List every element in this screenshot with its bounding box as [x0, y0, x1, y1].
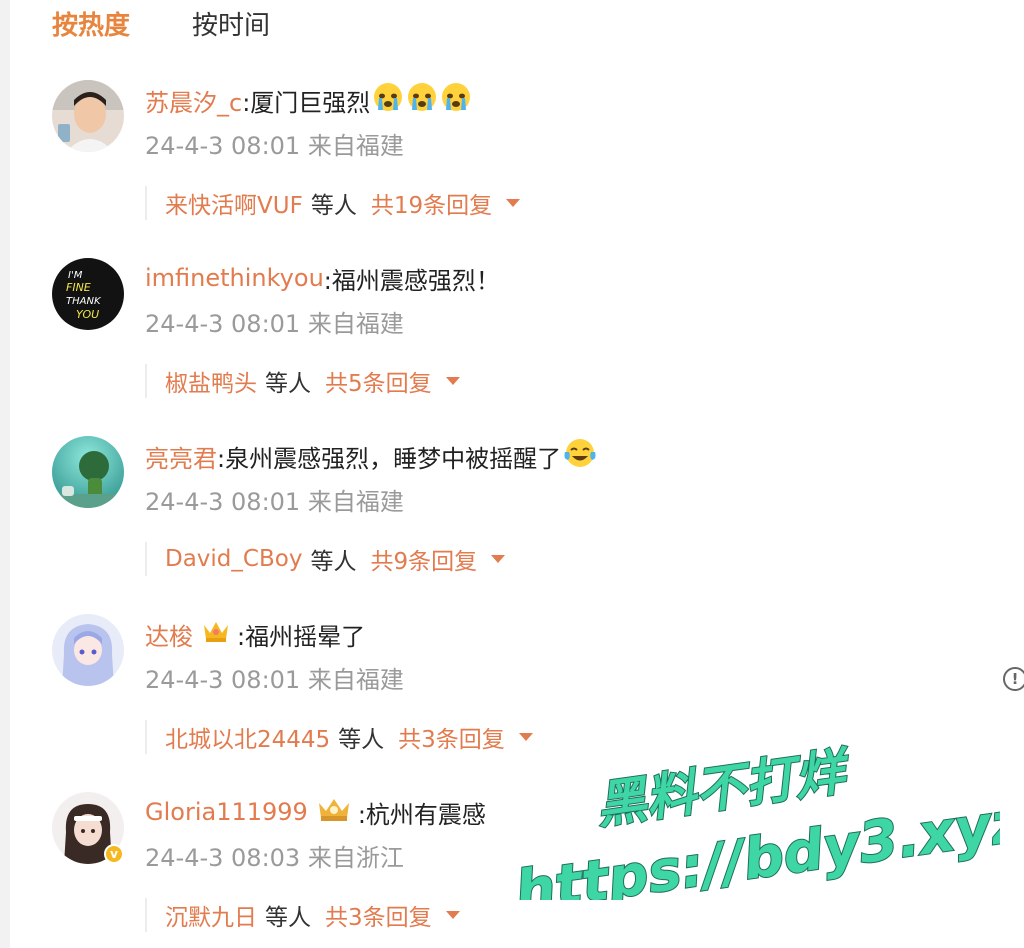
reply-count-link[interactable]: 共9条回复 [370, 542, 477, 576]
comment-line: 亮亮君 :泉州震感强烈，睡梦中被摇醒了 [145, 438, 597, 474]
comment-username[interactable]: 达梭 [145, 617, 193, 652]
verified-badge-icon: v [104, 844, 124, 864]
chevron-down-icon[interactable] [518, 733, 533, 741]
comment-meta: 24-4-3 08:01 来自福建 [145, 132, 404, 160]
reply-summary[interactable]: 北城以北24445 等人 共3条回复 [145, 720, 533, 754]
comment-username[interactable]: 亮亮君 [145, 439, 217, 474]
comment-line: imfinethinkyou :福州震感强烈！ [145, 260, 500, 296]
crying-emoji-icon [440, 81, 472, 119]
avatar-text-line: YOU [76, 308, 99, 321]
comment-line: 苏晨汐_c :厦门巨强烈 [145, 82, 472, 118]
avatar[interactable] [52, 436, 124, 508]
reply-username[interactable]: 沉默九日 [165, 898, 257, 932]
reply-count-link[interactable]: 共3条回复 [398, 720, 505, 754]
reply-count-link[interactable]: 共5条回复 [325, 364, 432, 398]
comment-line: Gloria111999 :杭州有震感 [145, 794, 486, 830]
reply-count-link[interactable]: 共3条回复 [325, 898, 432, 932]
comment-username[interactable]: imfinethinkyou [145, 264, 324, 292]
reply-etc: 等人 [265, 371, 311, 397]
avatar-text-line: I'M [68, 270, 83, 281]
crown-badge-icon [201, 617, 231, 651]
comment-username[interactable]: 苏晨汐_c [145, 83, 242, 118]
reply-username[interactable]: 来快活啊VUF [165, 186, 303, 220]
chevron-down-icon[interactable] [491, 555, 506, 563]
comment-text: :福州摇晕了 [237, 622, 366, 651]
tab-time[interactable]: 按时间 [192, 8, 270, 44]
comment-page: 按热度 按时间 苏晨汐_c :厦门巨强烈 24-4-3 08:01 来自福建 来… [0, 0, 1024, 948]
avatar-text-line: FINE [66, 281, 91, 294]
comment-meta: 24-4-3 08:01 来自福建 [145, 310, 404, 338]
avatar[interactable] [52, 80, 124, 152]
comment-text: :泉州震感强烈，睡梦中被摇醒了 [217, 444, 562, 473]
left-edge-strip [0, 0, 10, 948]
comment-meta: 24-4-3 08:01 来自福建 [145, 488, 404, 516]
reply-etc: 等人 [310, 193, 357, 219]
reply-summary[interactable]: 来快活啊VUF 等人 共19条回复 [145, 186, 521, 220]
reply-summary[interactable]: 沉默九日 等人 共3条回复 [145, 898, 460, 932]
comment-text: :福州震感强烈！ [323, 266, 500, 295]
avatar[interactable] [52, 614, 124, 686]
tears-of-joy-emoji-icon [563, 437, 597, 475]
reply-username[interactable]: 北城以北24445 [165, 720, 330, 754]
watermark: 黑料不打烊 https://bdy3.xyz [510, 741, 1000, 900]
tab-hot[interactable]: 按热度 [52, 8, 130, 44]
reply-summary[interactable]: 椒盐鸭头 等人 共5条回复 [145, 364, 460, 398]
comment-meta: 24-4-3 08:01 来自福建 [145, 666, 404, 694]
avatar-text-line: THANK [66, 296, 102, 307]
comment-username[interactable]: Gloria111999 [145, 798, 308, 826]
comment-text: :杭州有震感 [357, 800, 486, 829]
avatar[interactable]: I'M FINE THANK YOU [52, 258, 124, 330]
chevron-down-icon[interactable] [506, 199, 521, 207]
reply-count-link[interactable]: 共19条回复 [371, 186, 492, 220]
reply-etc: 等人 [265, 905, 311, 931]
crying-emoji-icon [372, 81, 404, 119]
sort-tabs: 按热度 按时间 [52, 8, 332, 44]
info-icon[interactable]: ! [1003, 667, 1024, 691]
chevron-down-icon[interactable] [445, 911, 460, 919]
watermark-line-1: 黑料不打烊 [593, 742, 856, 835]
reply-etc: 等人 [310, 549, 357, 575]
watermark-line-2: https://bdy3.xyz [511, 789, 1000, 900]
comment-meta: 24-4-3 08:03 来自浙江 [145, 844, 404, 872]
reply-username[interactable]: 椒盐鸭头 [165, 364, 257, 398]
reply-summary[interactable]: David_CBoy 等人 共9条回复 [145, 542, 506, 576]
comment-line: 达梭 :福州摇晕了 [145, 616, 365, 652]
reply-username[interactable]: David_CBoy [165, 546, 302, 572]
crown-badge-icon [316, 795, 352, 829]
comment-text: :厦门巨强烈 [242, 88, 371, 117]
reply-etc: 等人 [338, 727, 385, 753]
chevron-down-icon[interactable] [445, 377, 460, 385]
crying-emoji-icon [406, 81, 438, 119]
